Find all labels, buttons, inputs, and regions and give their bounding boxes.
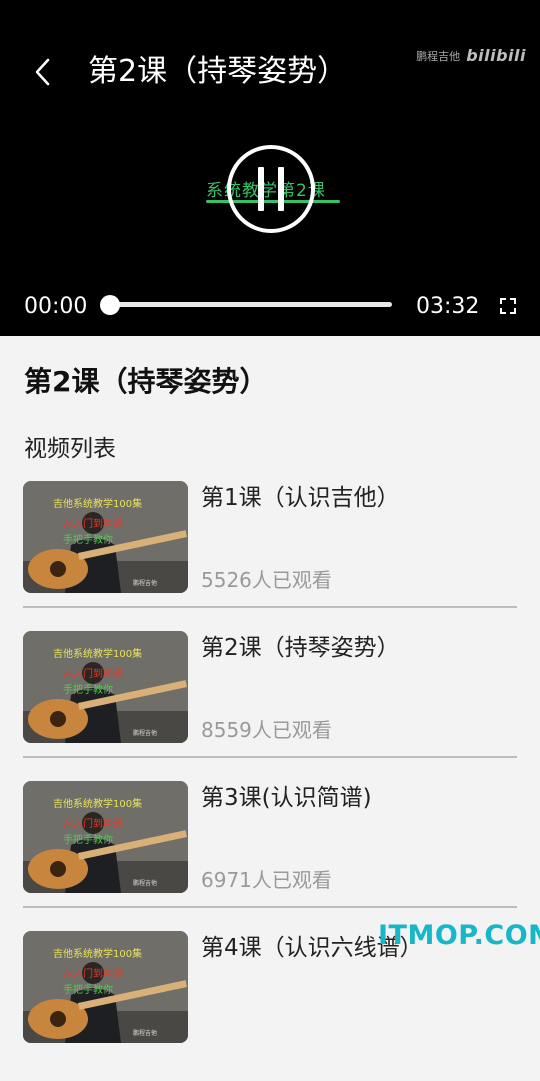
video-title: 第3课(认识简谱)	[201, 785, 372, 811]
pause-icon	[258, 167, 264, 211]
video-watermark: 鹏程吉他 bilibili	[416, 46, 526, 65]
chevron-left-icon	[35, 58, 50, 86]
thumb-line3: 手把手教你	[63, 683, 113, 696]
video-thumbnail: 吉他系统教学100集 从入门到精通 手把手教你 鹏程吉他	[23, 481, 188, 593]
thumb-line2: 从入门到精通	[63, 667, 123, 680]
video-list-item[interactable]: 吉他系统教学100集 从入门到精通 手把手教你 鹏程吉他 第2课（持琴姿势） 85…	[23, 631, 517, 781]
list-divider	[23, 606, 517, 608]
fullscreen-button[interactable]	[498, 296, 518, 316]
fullscreen-icon	[500, 298, 516, 314]
thumb-footer: 鹏程吉他	[133, 1029, 157, 1037]
current-time: 00:00	[24, 294, 88, 319]
thumb-line3: 手把手教你	[63, 833, 113, 846]
thumb-footer: 鹏程吉他	[133, 879, 157, 887]
video-thumbnail: 吉他系统教学100集 从入门到精通 手把手教你 鹏程吉他	[23, 931, 188, 1043]
video-title: 第1课（认识吉他）	[201, 485, 400, 511]
video-list-item[interactable]: 吉他系统教学100集 从入门到精通 手把手教你 鹏程吉他 第1课（认识吉他） 55…	[23, 481, 517, 631]
seek-bar[interactable]	[108, 302, 392, 307]
thumb-footer: 鹏程吉他	[133, 729, 157, 737]
video-thumbnail: 吉他系统教学100集 从入门到精通 手把手教你 鹏程吉他	[23, 781, 188, 893]
video-title: 第2课（持琴姿势）	[201, 635, 400, 661]
thumb-line2: 从入门到精通	[63, 817, 123, 830]
video-view-count: 8559人已观看	[201, 718, 332, 742]
thumb-line3: 手把手教你	[63, 983, 113, 996]
video-thumbnail: 吉他系统教学100集 从入门到精通 手把手教你 鹏程吉他	[23, 631, 188, 743]
thumb-line1: 吉他系统教学100集	[53, 947, 142, 960]
thumb-line3: 手把手教你	[63, 533, 113, 546]
thumb-line1: 吉他系统教学100集	[53, 647, 142, 660]
thumb-footer: 鹏程吉他	[133, 579, 157, 587]
player-title: 第2课（持琴姿势）	[88, 54, 348, 89]
pause-button[interactable]	[227, 145, 315, 233]
seek-thumb[interactable]	[100, 295, 120, 315]
video-list-item[interactable]: 吉他系统教学100集 从入门到精通 手把手教你 鹏程吉他 第4课（认识六线谱）	[23, 931, 517, 1081]
thumb-line1: 吉他系统教学100集	[53, 497, 142, 510]
lesson-title: 第2课（持琴姿势）	[24, 365, 268, 398]
video-view-count: 5526人已观看	[201, 568, 332, 592]
thumb-line1: 吉他系统教学100集	[53, 797, 142, 810]
thumb-line2: 从入门到精通	[63, 517, 123, 530]
video-player[interactable]: 第2课（持琴姿势） 鹏程吉他 bilibili 系统教学第2课 00:00 03…	[0, 0, 540, 336]
bilibili-logo: bilibili	[466, 46, 526, 65]
video-view-count: 6971人已观看	[201, 868, 332, 892]
list-divider	[23, 756, 517, 758]
site-watermark: ITMOP.COM	[378, 920, 540, 951]
list-divider	[23, 906, 517, 908]
video-list-label: 视频列表	[24, 436, 116, 462]
back-button[interactable]	[22, 52, 62, 92]
thumb-line2: 从入门到精通	[63, 967, 123, 980]
video-list-item[interactable]: 吉他系统教学100集 从入门到精通 手把手教你 鹏程吉他 第3课(认识简谱) 69…	[23, 781, 517, 931]
total-time: 03:32	[416, 294, 480, 319]
watermark-text: 鹏程吉他	[416, 49, 461, 63]
